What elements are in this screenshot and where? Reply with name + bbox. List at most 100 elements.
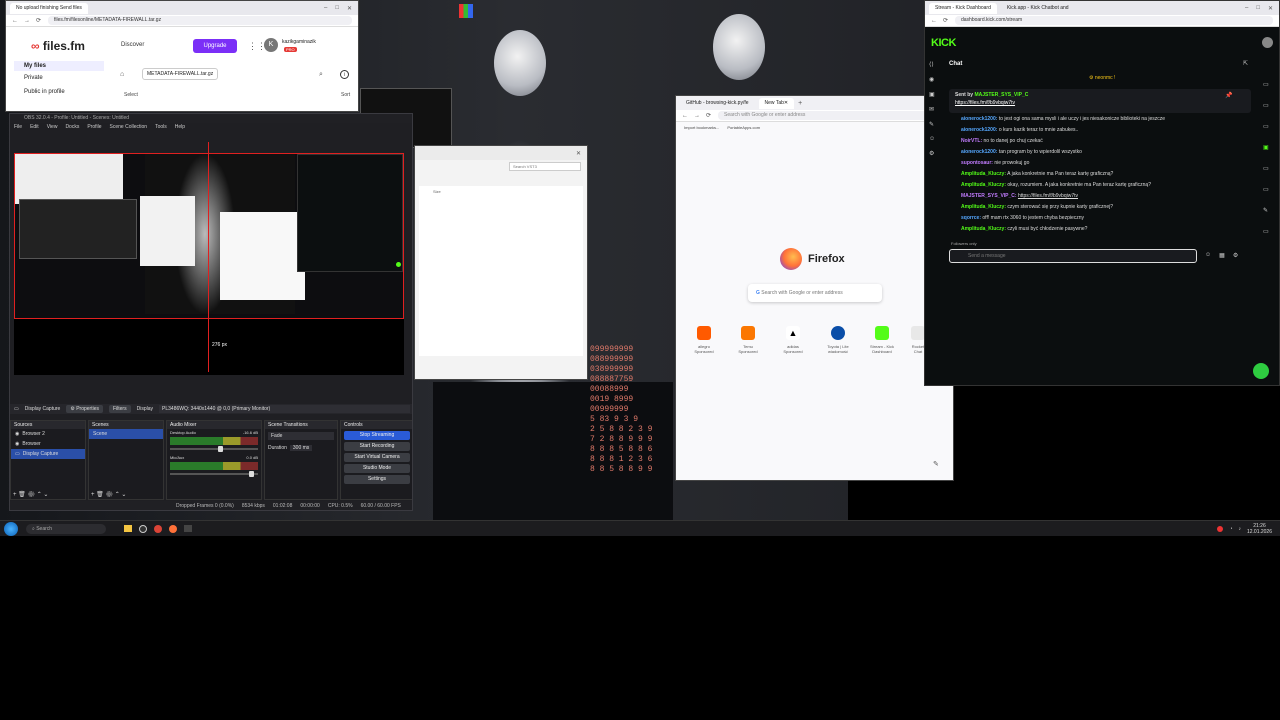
sidebar-item-private[interactable]: Private bbox=[14, 71, 104, 85]
menu-edit[interactable]: Edit bbox=[30, 123, 39, 131]
filesfm-url-field[interactable]: files.fm/filesonline/METADATA-FIREWALL.t… bbox=[48, 16, 352, 25]
obs-preview[interactable] bbox=[14, 153, 404, 319]
start-recording-button[interactable]: Start Recording bbox=[344, 442, 410, 451]
bookmark-import[interactable]: Import bookmarks... bbox=[684, 125, 719, 130]
volume-slider[interactable] bbox=[170, 446, 258, 452]
studio-mode-button[interactable]: Studio Mode bbox=[344, 464, 410, 473]
clock[interactable]: 21:26 12.01.2026 bbox=[1247, 523, 1272, 535]
maximize-icon[interactable]: □ bbox=[335, 5, 339, 12]
duration-field[interactable]: 300 ms bbox=[289, 445, 313, 451]
close-icon[interactable]: ✕ bbox=[1268, 5, 1273, 12]
stop-streaming-button[interactable]: Stop Streaming bbox=[344, 431, 410, 440]
rail-icon[interactable]: ▣ bbox=[1263, 144, 1275, 151]
obs-icon[interactable] bbox=[139, 524, 147, 533]
sources-add-icon[interactable]: + 🗑 ⚙ ⌃ ⌄ bbox=[13, 491, 48, 498]
source-item-browser[interactable]: ◉ Browser bbox=[11, 439, 85, 449]
emote-icon[interactable]: ☺ bbox=[1205, 252, 1211, 259]
chat-username[interactable]: aionerock1200: bbox=[961, 127, 997, 133]
shortcut-tile-kick[interactable]: Stream - Kick Dashboard bbox=[870, 326, 894, 354]
settings-button[interactable]: Settings bbox=[344, 475, 410, 484]
rail-stream-icon[interactable]: ▣ bbox=[929, 91, 941, 98]
rail-icon[interactable]: ✎ bbox=[1263, 207, 1275, 214]
sort-button[interactable]: Sort bbox=[341, 92, 350, 98]
rail-chat-icon[interactable]: ✉ bbox=[929, 106, 941, 113]
home-icon[interactable]: ⌂ bbox=[120, 71, 124, 78]
rail-expand-icon[interactable]: ⟨⟩ bbox=[929, 61, 941, 68]
sidebar-item-public[interactable]: Public in profile bbox=[14, 85, 104, 99]
transition-select[interactable]: Fade bbox=[268, 432, 334, 440]
file-explorer-icon[interactable] bbox=[124, 525, 132, 532]
gift-icon[interactable]: ▦ bbox=[1219, 252, 1225, 259]
chat-username[interactable]: sqorrce: bbox=[961, 215, 981, 221]
source-item-display-capture[interactable]: ▭ Display Capture bbox=[11, 449, 85, 459]
info-icon[interactable]: i bbox=[340, 70, 349, 79]
back-icon[interactable]: ← bbox=[12, 18, 18, 24]
chat-username[interactable]: aionerock1200: bbox=[961, 149, 997, 155]
bookmark-portableapps[interactable]: PortableApps.com bbox=[727, 125, 760, 130]
discover-link[interactable]: Discover bbox=[121, 42, 144, 48]
pinned-link[interactable]: https://files.fm/f/b9vbqiw7tv bbox=[955, 100, 1245, 106]
firefox-search-box[interactable]: G Search with Google or enter address bbox=[748, 284, 882, 302]
chat-username[interactable]: NoirVTL: bbox=[961, 138, 982, 144]
volume-slider[interactable] bbox=[170, 471, 258, 477]
shortcut-tile-toyota[interactable]: Toyota | Lite wiadomość bbox=[826, 326, 850, 354]
new-tab-icon[interactable]: + bbox=[798, 100, 802, 107]
firefox-tab-newtab[interactable]: New Tab ✕ bbox=[758, 97, 795, 109]
rail-icon[interactable]: ▭ bbox=[1263, 102, 1275, 109]
network-icon[interactable]: ◔ bbox=[1229, 526, 1232, 532]
reload-icon[interactable]: ⟳ bbox=[943, 18, 949, 24]
chat-input[interactable]: Send a message bbox=[949, 249, 1197, 263]
shortcut-tile-adidas[interactable]: ▲ adidas Sponsored bbox=[781, 326, 805, 354]
pin-icon[interactable]: 📌 bbox=[1225, 92, 1232, 99]
rail-icon[interactable]: ▭ bbox=[1263, 228, 1275, 235]
back-icon[interactable]: ← bbox=[682, 113, 688, 119]
maximize-icon[interactable]: □ bbox=[1256, 5, 1260, 12]
rail-icon[interactable]: ▭ bbox=[1263, 81, 1275, 88]
chat-text[interactable]: https://files.fm/f/b9vbqiw7tv bbox=[1018, 193, 1078, 199]
tray-icon[interactable] bbox=[1217, 525, 1224, 532]
sidebar-item-my-files[interactable]: My files bbox=[14, 61, 104, 71]
close-icon[interactable]: ✕ bbox=[347, 5, 352, 12]
rail-icon[interactable]: ▭ bbox=[1263, 165, 1275, 172]
chat-username[interactable]: Amplituda_Kluczy: bbox=[961, 171, 1006, 177]
chat-popout-icon[interactable]: ⇱ bbox=[1243, 60, 1248, 67]
firefox-address-bar[interactable]: Search with Google or enter address bbox=[718, 111, 947, 120]
shortcut-tile-allegro[interactable]: allegro Sponsored bbox=[692, 326, 716, 354]
properties-button[interactable]: ⚙ Properties bbox=[66, 405, 103, 413]
chat-username[interactable]: Amplituda_Kluczy: bbox=[961, 226, 1006, 232]
reload-icon[interactable]: ⟳ bbox=[706, 113, 712, 119]
settings-icon[interactable]: ⚙ bbox=[1233, 252, 1238, 259]
start-icon[interactable] bbox=[4, 521, 18, 536]
avatar[interactable]: K bbox=[264, 38, 278, 52]
scenes-add-icon[interactable]: + 🗑 ⚙ ⌃ ⌄ bbox=[91, 491, 126, 498]
display-select[interactable]: PL3486WQ: 3440x1440 @ 0,0 (Primary Monit… bbox=[159, 405, 410, 413]
kick-avatar[interactable] bbox=[1262, 37, 1273, 48]
chat-username[interactable]: supontosaur: bbox=[961, 160, 993, 166]
back-icon[interactable]: ← bbox=[931, 18, 937, 24]
chat-username[interactable]: aionerock1200: bbox=[961, 116, 997, 122]
chrome-icon[interactable] bbox=[154, 524, 162, 533]
minimize-icon[interactable]: – bbox=[324, 5, 327, 12]
minimize-icon[interactable]: – bbox=[1245, 5, 1248, 12]
kick-tab-chatbot[interactable]: Kick.app - Kick Chatbot and bbox=[1001, 3, 1075, 14]
explorer-search[interactable]: Search VST3 bbox=[509, 162, 581, 171]
rail-icon[interactable]: ▭ bbox=[1263, 186, 1275, 193]
chat-username[interactable]: Amplituda_Kluczy: bbox=[961, 204, 1006, 210]
menu-scene-collection[interactable]: Scene Collection bbox=[110, 123, 148, 131]
menu-profile[interactable]: Profile bbox=[87, 123, 101, 131]
shortcut-tile-temu[interactable]: Temu Sponsored bbox=[736, 326, 760, 354]
terminal-icon[interactable] bbox=[184, 525, 192, 532]
filters-button[interactable]: Filters bbox=[108, 405, 131, 413]
taskbar-search[interactable]: ⌕ Search bbox=[26, 523, 106, 534]
folder-breadcrumb[interactable]: METADATA-FIREWALL.tar.gz bbox=[142, 68, 219, 80]
kick-tab-dashboard[interactable]: Stream - Kick Dashboard bbox=[929, 2, 997, 14]
firefox-tab-github[interactable]: GitHub - browsing-kick.py/fe bbox=[680, 98, 755, 109]
chat-username[interactable]: Amplituda_Kluczy: bbox=[961, 182, 1006, 188]
support-chat-icon[interactable] bbox=[1253, 363, 1269, 379]
volume-icon[interactable]: ♪ bbox=[1238, 526, 1241, 532]
search-icon[interactable]: ⌕ bbox=[319, 71, 323, 79]
forward-icon[interactable]: → bbox=[694, 113, 700, 119]
reload-icon[interactable]: ⟳ bbox=[36, 18, 42, 24]
select-checkbox[interactable]: Select bbox=[124, 92, 138, 98]
rail-home-icon[interactable]: ◉ bbox=[929, 76, 941, 83]
